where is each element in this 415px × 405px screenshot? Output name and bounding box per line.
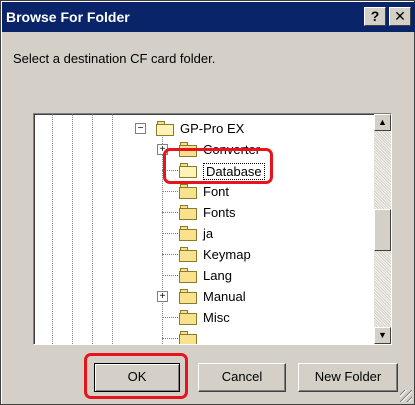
- tree-item-gp-pro-ex[interactable]: − GP-Pro EX: [34, 118, 364, 139]
- tree-item-label: Fonts: [203, 205, 236, 220]
- browse-for-folder-dialog: Browse For Folder ? ✕ Select a destinati…: [0, 0, 415, 405]
- tree-item-font[interactable]: Font: [34, 181, 364, 202]
- folder-icon: [179, 205, 197, 220]
- folder-icon: [179, 310, 197, 325]
- scroll-up-button[interactable]: ▲: [374, 114, 391, 131]
- collapse-icon[interactable]: −: [135, 123, 146, 134]
- tree-item-label: Misc: [203, 310, 230, 325]
- help-icon: ?: [370, 8, 380, 24]
- tree-item-lang[interactable]: Lang: [34, 265, 364, 286]
- tree-item-label: Lang: [203, 268, 232, 283]
- tree-item-fonts[interactable]: Fonts: [34, 202, 364, 223]
- close-icon: ✕: [394, 8, 406, 24]
- window-title: Browse For Folder: [6, 9, 130, 25]
- tree-item-partial[interactable]: [34, 328, 364, 344]
- folder-icon: [179, 289, 197, 304]
- arrow-down-icon: ▼: [378, 330, 387, 340]
- database-highlight: [163, 148, 273, 184]
- tree-item-label: Font: [203, 184, 230, 199]
- close-button[interactable]: ✕: [389, 7, 411, 26]
- tree-item-label: ja: [203, 226, 214, 241]
- ok-highlight: [84, 353, 188, 399]
- tree-item-label: GP-Pro EX: [180, 121, 245, 136]
- tree-item-ja[interactable]: ja: [34, 223, 364, 244]
- expand-icon[interactable]: +: [157, 291, 168, 302]
- tree-item-manual[interactable]: + Manual: [34, 286, 364, 307]
- title-bar[interactable]: Browse For Folder ? ✕: [2, 2, 415, 32]
- resize-grip[interactable]: [400, 390, 412, 402]
- tree-item-label: Manual: [203, 289, 246, 304]
- instruction-text: Select a destination CF card folder.: [13, 51, 216, 66]
- open-folder-icon: [156, 121, 174, 136]
- vertical-scrollbar[interactable]: ▲ ▼: [374, 114, 391, 344]
- tree-item-label: Keymap: [203, 247, 251, 262]
- cancel-button[interactable]: Cancel: [198, 363, 286, 392]
- folder-icon: [179, 184, 197, 199]
- scroll-down-button[interactable]: ▼: [374, 327, 391, 344]
- new-folder-button[interactable]: New Folder: [298, 363, 398, 392]
- tree-item-misc[interactable]: Misc: [34, 307, 364, 328]
- scroll-thumb[interactable]: [374, 209, 391, 251]
- folder-icon: [179, 226, 197, 241]
- tree-item-keymap[interactable]: Keymap: [34, 244, 364, 265]
- arrow-up-icon: ▲: [378, 117, 387, 127]
- folder-icon: [179, 331, 197, 344]
- folder-icon: [179, 247, 197, 262]
- folder-icon: [179, 268, 197, 283]
- help-button[interactable]: ?: [364, 7, 386, 26]
